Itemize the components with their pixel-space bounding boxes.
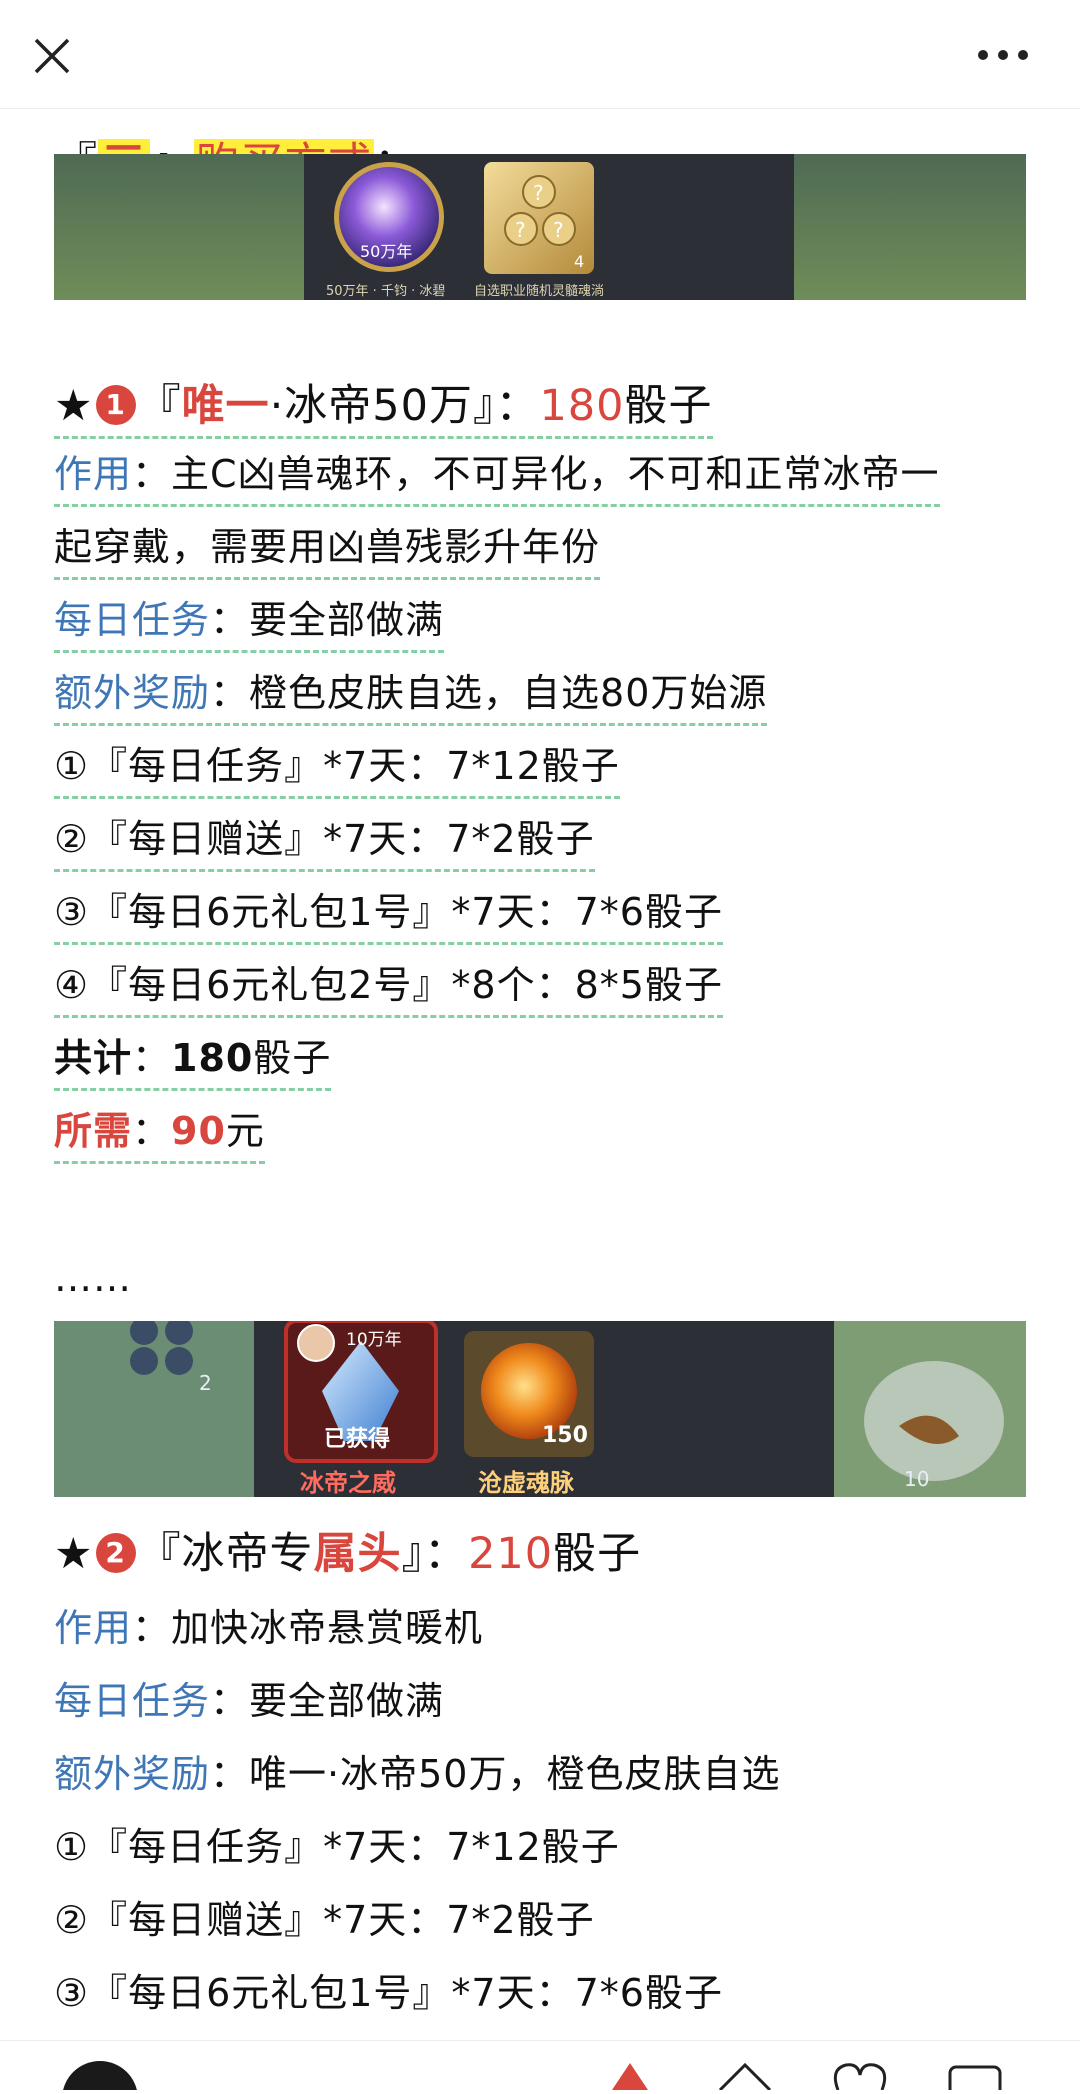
pack-1-total: 共计：180骰子 — [54, 1032, 332, 1091]
item-1-badge: 50万年 — [360, 242, 413, 261]
pack-number-badge: 1 — [95, 385, 136, 425]
pack-1-item: ②『每日赠送』*7天：7*2骰子 — [54, 813, 595, 872]
top-bar — [0, 0, 1080, 109]
item-2-caption: 自选职业随机灵髓魂淌 — [474, 284, 605, 299]
item-1-year: 10万年 — [346, 1330, 402, 1350]
item-2-count: 150 — [542, 1423, 588, 1448]
banner-2-right-count: 10 — [904, 1467, 930, 1491]
banner-1-background: ? ? ? — [54, 154, 1026, 300]
pack-2-daily: 每日任务：要全部做满 — [54, 1679, 445, 1723]
item-2-count: 4 — [574, 252, 585, 271]
more-options-icon[interactable] — [976, 46, 1030, 64]
reward-banner-2: 2 10万年 已获得 冰帝之威 150 沧虚魂脉 10 — [54, 1321, 1026, 1497]
author-avatar[interactable] — [62, 2061, 138, 2094]
banner-2-left-count: 2 — [199, 1371, 212, 1395]
pack-1-item: ①『每日任务』*7天：7*12骰子 — [54, 740, 620, 799]
svg-text:?: ? — [533, 181, 544, 205]
pack-1-cost: 所需：90元 — [54, 1105, 265, 1164]
pack-1-item: ③『每日6元礼包1号』*7天：7*6骰子 — [54, 886, 723, 945]
pack-2-bonus: 额外奖励：唯一·冰帝50万，橙色皮肤自选 — [54, 1752, 781, 1796]
pack-1-effect-line-2: 起穿戴，需要用凶兽残影升年份 — [54, 521, 601, 580]
pack-2-item: ①『每日任务』*7天：7*12骰子 — [54, 1825, 620, 1869]
pack-1-bonus: 额外奖励：橙色皮肤自选，自选80万始源 — [54, 667, 768, 726]
bottom-action-bar — [0, 2040, 1080, 2094]
ellipsis: …… — [54, 1256, 132, 1300]
pack-1-daily: 每日任务：要全部做满 — [54, 594, 445, 653]
pack-1-title: ★ 1 『唯一·冰帝50万』：180骰子 — [54, 380, 713, 439]
pack-2-item: ②『每日赠送』*7天：7*2骰子 — [54, 1898, 595, 1942]
comment-icon[interactable] — [948, 2065, 1002, 2094]
item-1-caption: 50万年 · 千钧 · 冰碧 — [326, 284, 446, 299]
pack-1-item: ④『每日6元礼包2号』*8个：8*5骰子 — [54, 959, 723, 1018]
svg-text:?: ? — [553, 218, 564, 242]
favorite-icon[interactable] — [833, 2063, 887, 2091]
share-icon[interactable] — [718, 2062, 772, 2092]
article-content: 『三』购买方式： ? ? — [0, 108, 1080, 2038]
svg-text:?: ? — [515, 218, 526, 242]
item-2-name: 沧虚魂脉 — [478, 1469, 574, 1497]
close-icon[interactable] — [32, 36, 72, 76]
item-1-name: 冰帝之威 — [300, 1469, 396, 1497]
bottom-bar-icons — [62, 2061, 1002, 2094]
reward-banner-1: ? ? ? 50万年 50万年 · 千钧 · 冰碧 4 自选职业随机灵髓魂淌 — [54, 154, 1026, 300]
pack-number-badge: 2 — [95, 1533, 136, 1573]
pack-1-effect-line-1: 作用：主C凶兽魂环，不可异化，不可和正常冰帝一 — [54, 448, 940, 507]
pack-2-title: ★ 2 『冰帝专属头』：210骰子 — [54, 1529, 642, 1579]
like-icon[interactable] — [612, 2063, 648, 2090]
item-1-status: 已获得 — [324, 1427, 391, 1452]
pack-2-item: ③『每日6元礼包1号』*7天：7*6骰子 — [54, 1971, 723, 2015]
pack-2-effect: 作用：加快冰帝悬赏暖机 — [54, 1606, 484, 1650]
